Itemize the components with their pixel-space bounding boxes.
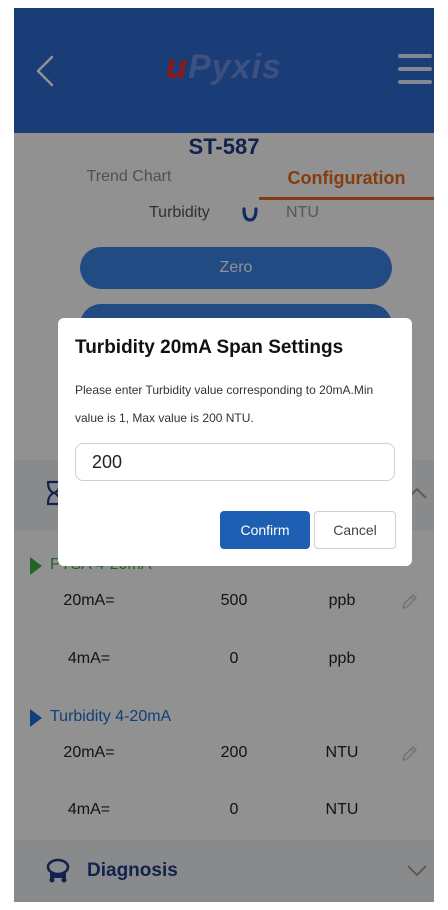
confirm-button[interactable]: Confirm [220, 511, 310, 549]
span-settings-dialog: Turbidity 20mA Span Settings Please ente… [58, 318, 412, 566]
dialog-message: Please enter Turbidity value correspondi… [75, 383, 374, 425]
cancel-button[interactable]: Cancel [314, 511, 396, 549]
span-value-input[interactable] [75, 443, 395, 481]
app-screen: uPyxis ST-587 Trend Chart Configuration … [14, 8, 434, 902]
dialog-title: Turbidity 20mA Span Settings [75, 337, 344, 358]
